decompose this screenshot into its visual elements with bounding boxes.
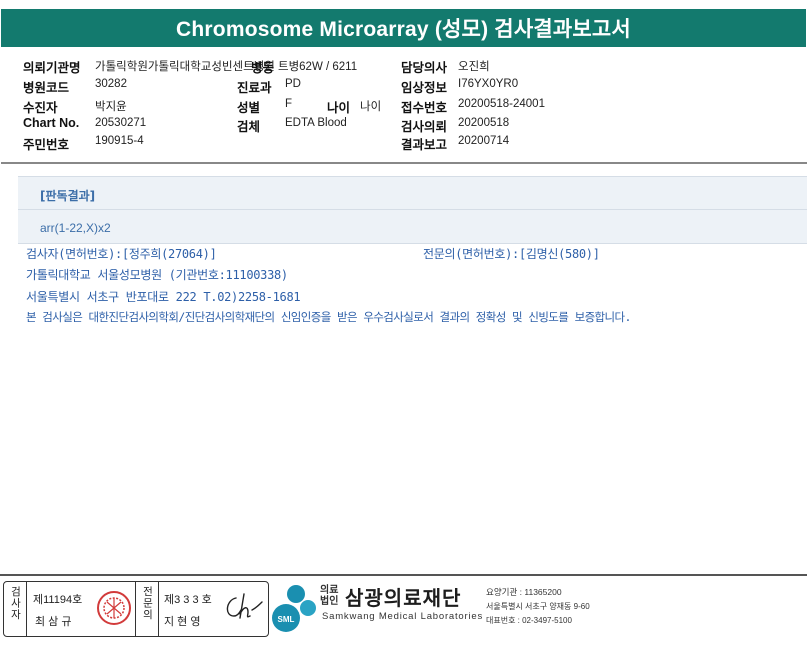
signature-scribble-icon [226, 593, 263, 619]
hospital-line: 가톨릭대학교 서울성모병원 (기관번호:11100338) [26, 268, 288, 282]
age-label: 나이 [327, 100, 351, 115]
result-text: arr(1-22,X)x2 [40, 221, 111, 235]
certification-line: 본 검사실은 대한진단검사의학회/진단검사의학재단의 신임인증을 받은 우수검사… [26, 310, 631, 324]
sex-value: F [285, 98, 293, 110]
patient-label: 수진자 [23, 100, 58, 115]
bottom-divider [0, 574, 807, 576]
specialist-license-no: 제3 3 3 호 [164, 594, 212, 606]
examiner-col-text: 검사자 [9, 586, 22, 621]
examiner-name: 최 삼 규 [35, 616, 72, 628]
ward-value: 트병62W / 6211 [278, 61, 358, 73]
report-date-value: 20200714 [458, 135, 510, 147]
sign-separator [158, 582, 159, 636]
section-divider [1, 162, 807, 164]
department-value: PD [285, 78, 301, 90]
logo-address: 서울특별시 서초구 양재동 9-60 [486, 602, 590, 611]
examiner-seal-icon [97, 591, 131, 625]
logo-name-en: Samkwang Medical Laboratories [322, 611, 484, 622]
report-title: Chromosome Microarray (성모) 검사결과보고서 [1, 9, 806, 47]
result-header: [판독결과] [18, 176, 807, 210]
hospital-code-label: 병원코드 [23, 80, 70, 95]
address-line: 서울특별시 서초구 반포대로 222 T.02)2258-1681 [26, 290, 301, 304]
specialist-col-label: 전문의 [136, 582, 158, 636]
result-body: arr(1-22,X)x2 [18, 210, 807, 244]
specimen-value: EDTA Blood [285, 117, 347, 129]
logo-name-ko: 삼광의료재단 [345, 586, 462, 610]
ward-label: 병동 [251, 60, 275, 75]
logo-corp-top: 의료 [320, 585, 339, 596]
hospital-code-value: 30282 [95, 78, 127, 90]
receipt-no-value: 20200518-24001 [458, 98, 545, 110]
chart-no-label: Chart No. [23, 116, 80, 130]
doctor-label: 담당의사 [401, 60, 448, 75]
sign-separator [26, 582, 27, 636]
specialist-col-text: 전문의 [141, 586, 154, 621]
department-label: 진료과 [237, 80, 272, 95]
sex-label: 성별 [237, 100, 261, 115]
specimen-label: 검체 [237, 119, 261, 134]
logo-corp-bottom: 법인 [320, 596, 339, 607]
examiner-license-no: 제11194호 [33, 594, 83, 606]
examiner-col-label: 검사자 [4, 582, 26, 636]
requesting-org-value: 가톨릭학원가톨릭대학교성빈센트병원 [95, 61, 275, 73]
signature-box: 검사자 제11194호 최 삼 규 전문의 제3 3 3 호 지 현 영 [3, 581, 269, 637]
examiner-line: 검사자(면허번호):[정주희(27064)] [26, 247, 217, 261]
receipt-no-label: 접수번호 [401, 100, 448, 115]
requesting-org-label: 의뢰기관명 [23, 60, 81, 75]
test-request-value: 20200518 [458, 117, 510, 129]
logo-phone: 대표번호 : 02-3497-5100 [486, 616, 572, 625]
sml-logo-icon: SML [272, 585, 316, 632]
specialist-line: 전문의(면허번호):[김명신(580)] [423, 247, 600, 261]
patient-info-section: 의뢰기관명 가톨릭학원가톨릭대학교성빈센트병원 병동 트병62W / 6211 … [0, 52, 807, 162]
doctor-value: 오진희 [458, 61, 490, 73]
result-heading: [판독결과] [40, 189, 96, 203]
age-value: 나이 [360, 101, 382, 113]
clinical-info-label: 임상정보 [401, 80, 448, 95]
resident-no-label: 주민번호 [23, 137, 70, 152]
sml-logo-text: SML [278, 615, 295, 624]
resident-no-value: 190915-4 [95, 135, 144, 147]
logo-org-no: 요양기관 : 11365200 [486, 587, 562, 597]
test-request-label: 검사의뢰 [401, 119, 448, 134]
specialist-name: 지 현 영 [164, 616, 201, 628]
report-date-label: 결과보고 [401, 137, 448, 152]
chart-no-value: 20530271 [95, 117, 147, 129]
logo-corp-label: 의료 법인 [320, 585, 338, 607]
patient-value: 박지윤 [95, 101, 127, 113]
clinical-info-value: I76YX0YR0 [458, 78, 519, 90]
